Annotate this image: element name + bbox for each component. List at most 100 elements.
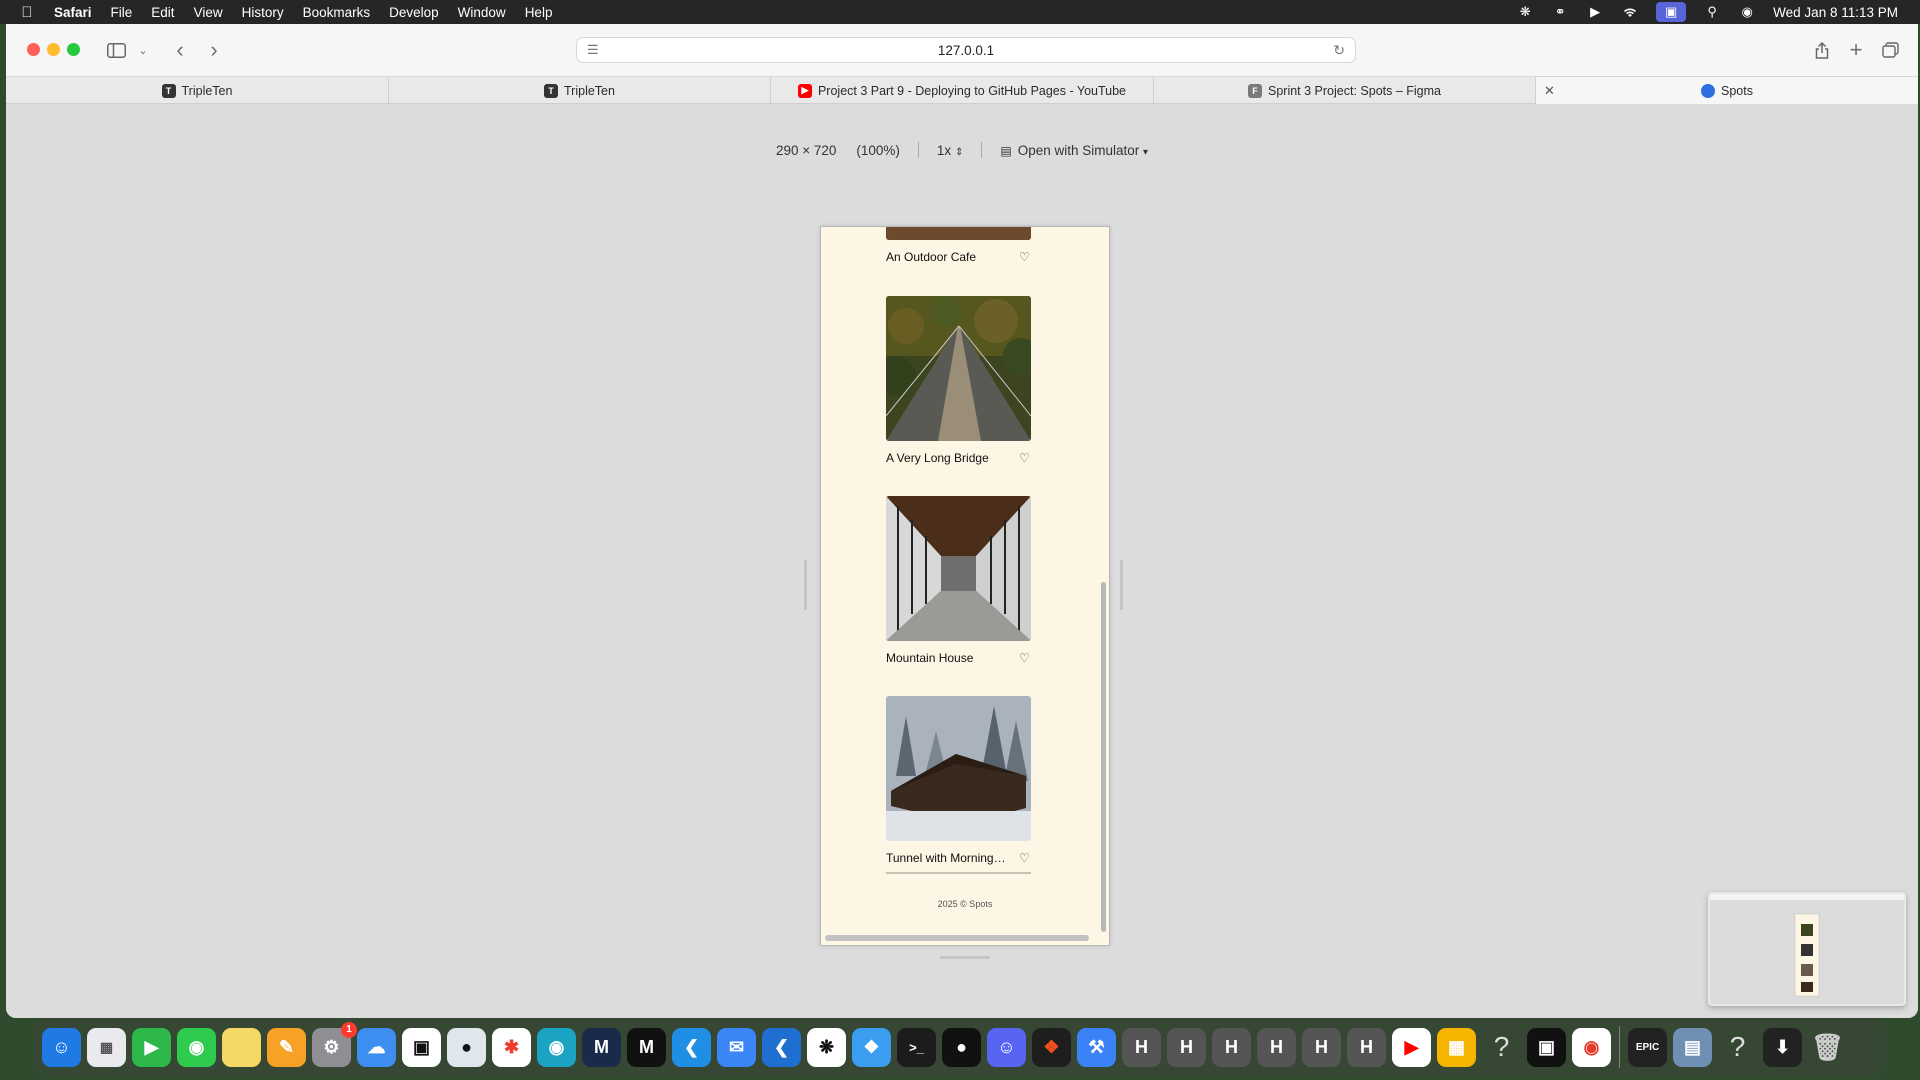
tab-overview-icon[interactable] (1880, 37, 1900, 63)
chrome-icon[interactable]: ◉ (1572, 1027, 1611, 1067)
tab-tripleten-2[interactable]: T TripleTen (389, 77, 771, 104)
tab-youtube[interactable]: ▶ Project 3 Part 9 - Deploying to GitHub… (771, 77, 1154, 104)
question-icon[interactable]: ? (1482, 1028, 1521, 1067)
launchpad-icon[interactable]: ▦ (87, 1027, 126, 1067)
tab-label: Project 3 Part 9 - Deploying to GitHub P… (817, 83, 1127, 98)
like-heart-icon[interactable]: ♡ (1019, 452, 1031, 464)
github-icon[interactable]: ● (942, 1027, 981, 1067)
menu-bookmarks[interactable]: Bookmarks (303, 5, 371, 20)
resize-handle-bottom[interactable] (940, 956, 990, 959)
vertical-scrollbar[interactable] (1101, 582, 1106, 932)
resize-handle-left[interactable] (804, 560, 807, 610)
menu-history[interactable]: History (242, 5, 284, 20)
resize-handle-right[interactable] (1120, 560, 1123, 610)
tripleten-favicon-icon: T (161, 83, 176, 98)
cloud-app-icon[interactable]: ☁ (357, 1027, 396, 1067)
mail-icon[interactable]: ✉ (717, 1027, 756, 1067)
app-h-icon[interactable]: H (1167, 1027, 1206, 1067)
menu-develop[interactable]: Develop (389, 5, 439, 20)
epic-games-icon[interactable]: EPIC (1628, 1027, 1667, 1067)
finder-icon[interactable]: ☺ (42, 1027, 81, 1067)
wifi-icon[interactable] (1621, 4, 1639, 20)
app-h-icon[interactable]: H (1347, 1027, 1386, 1067)
youtube-icon[interactable]: ▶ (1392, 1027, 1431, 1067)
divider (981, 142, 983, 158)
tab-tripleten-1[interactable]: T TripleTen (6, 77, 389, 104)
downloads-icon[interactable]: ⬇ (1763, 1027, 1802, 1067)
address-bar[interactable]: ☰ 127.0.0.1 ↻ (576, 37, 1356, 63)
notes-icon[interactable] (222, 1027, 261, 1067)
chatgpt-icon[interactable]: ❋ (807, 1027, 846, 1067)
forward-arrow-icon[interactable]: › (204, 37, 224, 63)
close-tab-icon[interactable]: ✕ (1544, 83, 1555, 99)
like-heart-icon[interactable]: ♡ (1019, 652, 1031, 664)
spots-favicon-icon (1701, 83, 1716, 98)
app-menu[interactable]: Safari (54, 5, 92, 20)
pages-icon[interactable]: ✎ (267, 1027, 306, 1067)
card: Tunnel with Morning… ♡ (886, 696, 1031, 865)
pixel-ratio-select[interactable]: 1x ⇕ (937, 143, 963, 158)
chatgpt-status-icon[interactable]: ❋ (1516, 4, 1534, 20)
tab-spots[interactable]: ✕ Spots (1536, 77, 1918, 104)
minimize-window-button[interactable] (47, 43, 60, 56)
apple-menu-icon[interactable]:  (14, 4, 40, 21)
card: Mountain House ♡ (886, 496, 1031, 665)
reload-icon[interactable]: ↻ (1333, 42, 1345, 59)
play-icon[interactable]: ▶ (1586, 4, 1604, 20)
like-heart-icon[interactable]: ♡ (1019, 251, 1031, 263)
tab-label: Sprint 3 Project: Spots – Figma (1268, 83, 1441, 98)
terminal-icon[interactable]: >_ (897, 1027, 936, 1067)
app-h-icon[interactable]: H (1302, 1027, 1341, 1067)
like-heart-icon[interactable]: ♡ (1019, 852, 1031, 864)
preview-icon[interactable]: ▤ (1673, 1027, 1712, 1067)
chatgpt-app-icon[interactable]: ▣ (1527, 1027, 1566, 1067)
control-center-icon[interactable]: ◉ (1738, 4, 1756, 20)
cursor-m-icon[interactable]: M (627, 1027, 666, 1067)
xcode-icon[interactable]: ⚒ (1077, 1027, 1116, 1067)
device-viewport: An Outdoor Cafe ♡ A Very Long Bridge ♡ M… (820, 226, 1110, 946)
asterisk-app-icon[interactable]: ✱ (492, 1027, 531, 1067)
question-icon[interactable]: ? (1718, 1028, 1757, 1067)
dock-divider (1619, 1026, 1620, 1068)
panda-app-icon[interactable]: ● (447, 1027, 486, 1067)
app-h-icon[interactable]: H (1122, 1027, 1161, 1067)
menu-help[interactable]: Help (525, 5, 553, 20)
menu-edit[interactable]: Edit (151, 5, 174, 20)
open-with-simulator-button[interactable]: ▤ Open with Simulator ▾ (1000, 143, 1148, 158)
globe-app-icon[interactable]: ◉ (537, 1027, 576, 1067)
vscode-icon[interactable]: ❮ (672, 1027, 711, 1067)
menubar-clock[interactable]: Wed Jan 8 11:13 PM (1773, 5, 1898, 20)
facetime-icon[interactable]: ▶ (132, 1027, 171, 1067)
discord-icon[interactable]: ☺ (987, 1027, 1026, 1067)
app-h-icon[interactable]: H (1212, 1027, 1251, 1067)
new-tab-icon[interactable]: + (1846, 37, 1866, 63)
app-h-icon[interactable]: H (1257, 1027, 1296, 1067)
tab-figma[interactable]: F Sprint 3 Project: Spots – Figma (1154, 77, 1536, 104)
screen-mirroring-icon[interactable]: ▣ (1656, 2, 1687, 22)
page-menu-icon[interactable]: ☰ (587, 42, 599, 58)
screenshot-thumbnail[interactable] (1708, 892, 1906, 1006)
figma-icon[interactable]: ❖ (1032, 1027, 1071, 1067)
menu-window[interactable]: Window (458, 5, 506, 20)
safari-icon[interactable]: ❖ (852, 1027, 891, 1067)
horizontal-scrollbar[interactable] (825, 935, 1089, 941)
chevron-down-icon[interactable]: ⌄ (136, 37, 150, 63)
menu-view[interactable]: View (194, 5, 223, 20)
sidebar-toggle-icon[interactable] (104, 37, 128, 63)
headphones-icon[interactable]: ⚭ (1551, 4, 1569, 20)
viewport-dimensions[interactable]: 290 × 720 (776, 143, 836, 158)
close-window-button[interactable] (27, 43, 40, 56)
maximize-window-button[interactable] (67, 43, 80, 56)
system-settings-icon[interactable]: ⚙ 1 (312, 1021, 357, 1067)
messages-icon[interactable]: ◉ (177, 1027, 216, 1067)
back-arrow-icon[interactable]: ‹ (170, 37, 190, 63)
viewport-zoom: (100%) (856, 142, 900, 158)
vscode-insiders-icon[interactable]: ❮ (762, 1027, 801, 1067)
square-app-icon[interactable]: ▣ (402, 1027, 441, 1067)
trash-icon[interactable]: 🗑 (1808, 1028, 1847, 1067)
shield-app-icon[interactable]: M (582, 1027, 621, 1067)
menu-file[interactable]: File (111, 5, 133, 20)
google-workspace-icon[interactable]: ▦ (1437, 1027, 1476, 1067)
share-icon[interactable] (1812, 37, 1832, 63)
spotlight-search-icon[interactable]: ⚲ (1703, 4, 1721, 20)
